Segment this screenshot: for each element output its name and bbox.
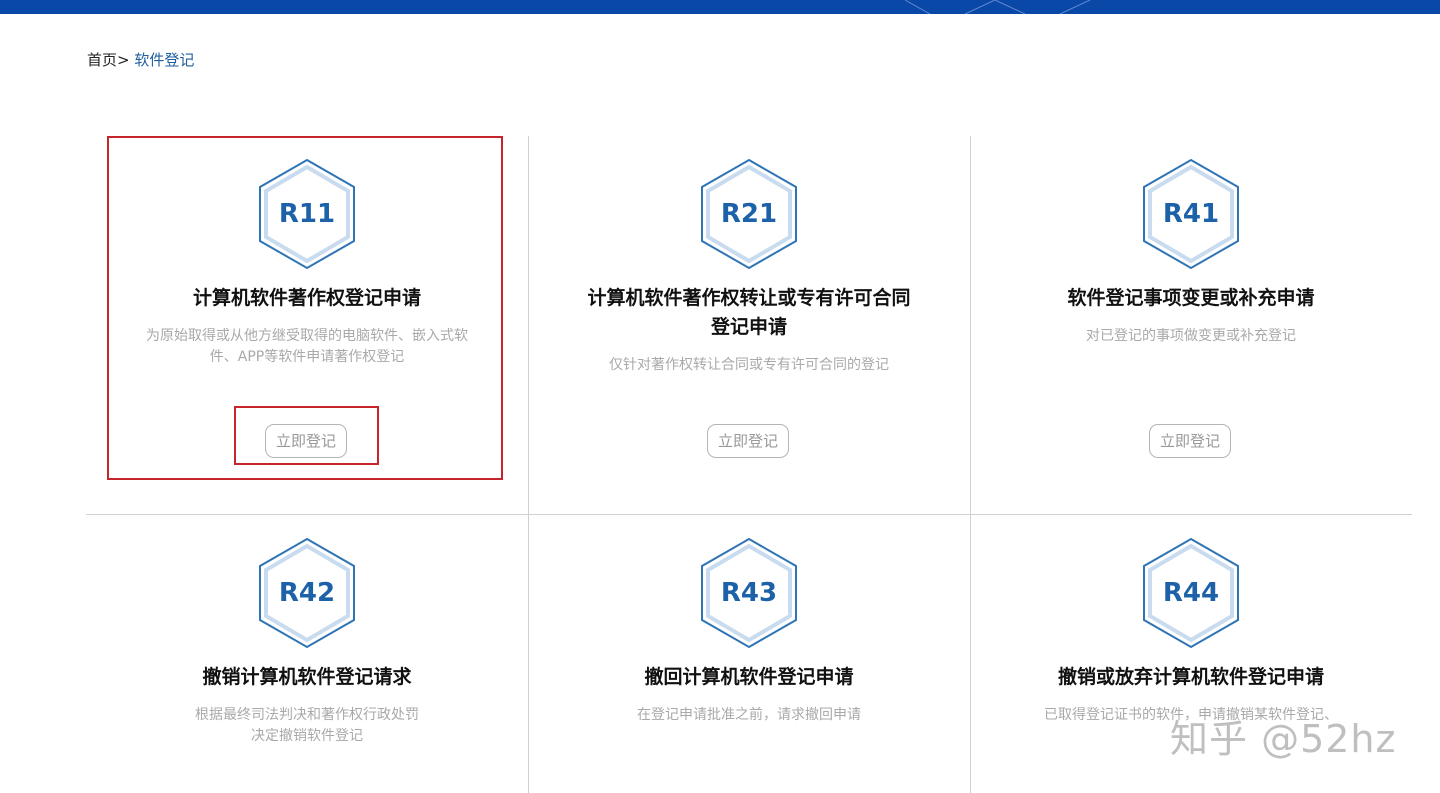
card-title: 计算机软件著作权转让或专有许可合同登记申请 — [587, 287, 911, 338]
watermark: 知乎 @52hz — [1170, 717, 1397, 761]
card-code: R21 — [720, 199, 778, 229]
register-now-button[interactable]: 立即登记 — [1149, 424, 1231, 458]
card-description: 仅针对著作权转让合同或专有许可合同的登记 — [609, 357, 889, 373]
hexagon-badge: R44 — [1141, 537, 1241, 649]
card-title: 撤销或放弃计算机软件登记申请 — [1057, 666, 1324, 688]
card-code: R44 — [1162, 578, 1220, 608]
register-now-button[interactable]: 立即登记 — [707, 424, 789, 458]
card-code: R41 — [1162, 199, 1220, 229]
hexagon-badge: R21 — [699, 158, 799, 270]
highlight-button-box — [234, 406, 379, 465]
card-code: R42 — [278, 578, 336, 608]
card-description: 在登记申请批准之前，请求撤回申请 — [637, 707, 861, 723]
card-description: 对已登记的事项做变更或补充登记 — [1086, 328, 1296, 344]
card-title: 软件登记事项变更或补充申请 — [1067, 287, 1315, 309]
card-code: R43 — [720, 578, 778, 608]
card-title: 撤销计算机软件登记请求 — [202, 666, 412, 688]
hexagon-badge: R41 — [1141, 158, 1241, 270]
hexagon-badge: R43 — [699, 537, 799, 649]
hexagon-badge: R42 — [257, 537, 357, 649]
card-description: 根据最终司法判决和著作权行政处罚决定撤销软件登记 — [195, 707, 419, 744]
card-title: 撤回计算机软件登记申请 — [644, 666, 854, 688]
